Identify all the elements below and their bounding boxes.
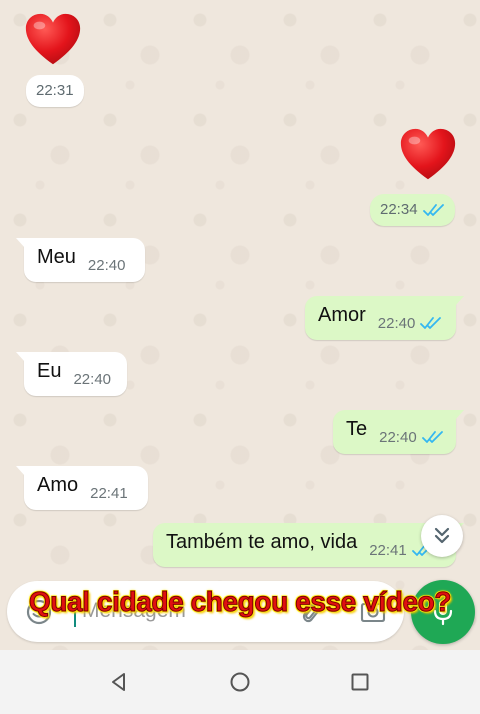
home-circle-icon[interactable] xyxy=(228,670,252,694)
message-bubble-out[interactable]: Também te amo, vida 22:41 xyxy=(153,523,464,567)
message-time: 22:31 xyxy=(26,75,84,107)
message-time: 22:40 xyxy=(379,428,417,446)
message-text: Eu xyxy=(37,359,62,382)
message-bubble-out[interactable]: Te 22:40 xyxy=(333,410,464,454)
message-text: Te xyxy=(346,417,368,440)
message-time: 22:34 xyxy=(380,201,418,218)
read-ticks-icon xyxy=(420,317,442,329)
red-heart-emoji xyxy=(25,13,81,65)
bubble-tail xyxy=(455,410,464,420)
message-time-pill: 22:34 xyxy=(370,194,455,226)
double-chevron-down-icon xyxy=(434,527,450,544)
system-nav-bar xyxy=(0,650,480,714)
recents-square-icon[interactable] xyxy=(348,670,372,694)
overlay-caption: Qual cidade chegou esse vídeo? xyxy=(28,586,452,618)
message-bubble-in[interactable]: Eu 22:40 xyxy=(16,352,127,396)
message-meta: 22:40 xyxy=(73,371,121,388)
red-heart-emoji xyxy=(400,128,456,180)
message-bubble-in[interactable]: Amo 22:41 xyxy=(16,466,148,510)
read-ticks-icon xyxy=(422,204,444,216)
message-text: Amor xyxy=(318,303,366,326)
message-time: 22:41 xyxy=(369,541,407,559)
scroll-to-bottom-button[interactable] xyxy=(421,515,463,557)
message-text: Meu xyxy=(37,245,76,268)
message-text: Também te amo, vida xyxy=(166,530,358,553)
bubble-tail xyxy=(455,296,464,306)
message-text: Amo xyxy=(37,473,79,496)
message-bubble-in[interactable]: Meu 22:40 xyxy=(16,238,145,282)
chat-area[interactable]: 22:31 22:34 Meu 22:40 Amor 22:40 Eu 22:4… xyxy=(0,0,480,650)
message-time: 22:40 xyxy=(87,256,126,274)
read-ticks-icon xyxy=(421,431,443,443)
message-bubble-out[interactable]: Amor 22:40 xyxy=(305,296,464,340)
message-time: 22:40 xyxy=(377,314,416,332)
message-time: 22:40 xyxy=(73,370,112,388)
message-meta: 22:40 xyxy=(88,257,136,274)
back-triangle-icon[interactable] xyxy=(107,670,131,694)
message-time: 22:41 xyxy=(90,484,128,502)
message-meta: 22:40 xyxy=(378,315,453,332)
message-meta: 22:41 xyxy=(90,485,138,502)
message-meta: 22:40 xyxy=(379,429,454,446)
